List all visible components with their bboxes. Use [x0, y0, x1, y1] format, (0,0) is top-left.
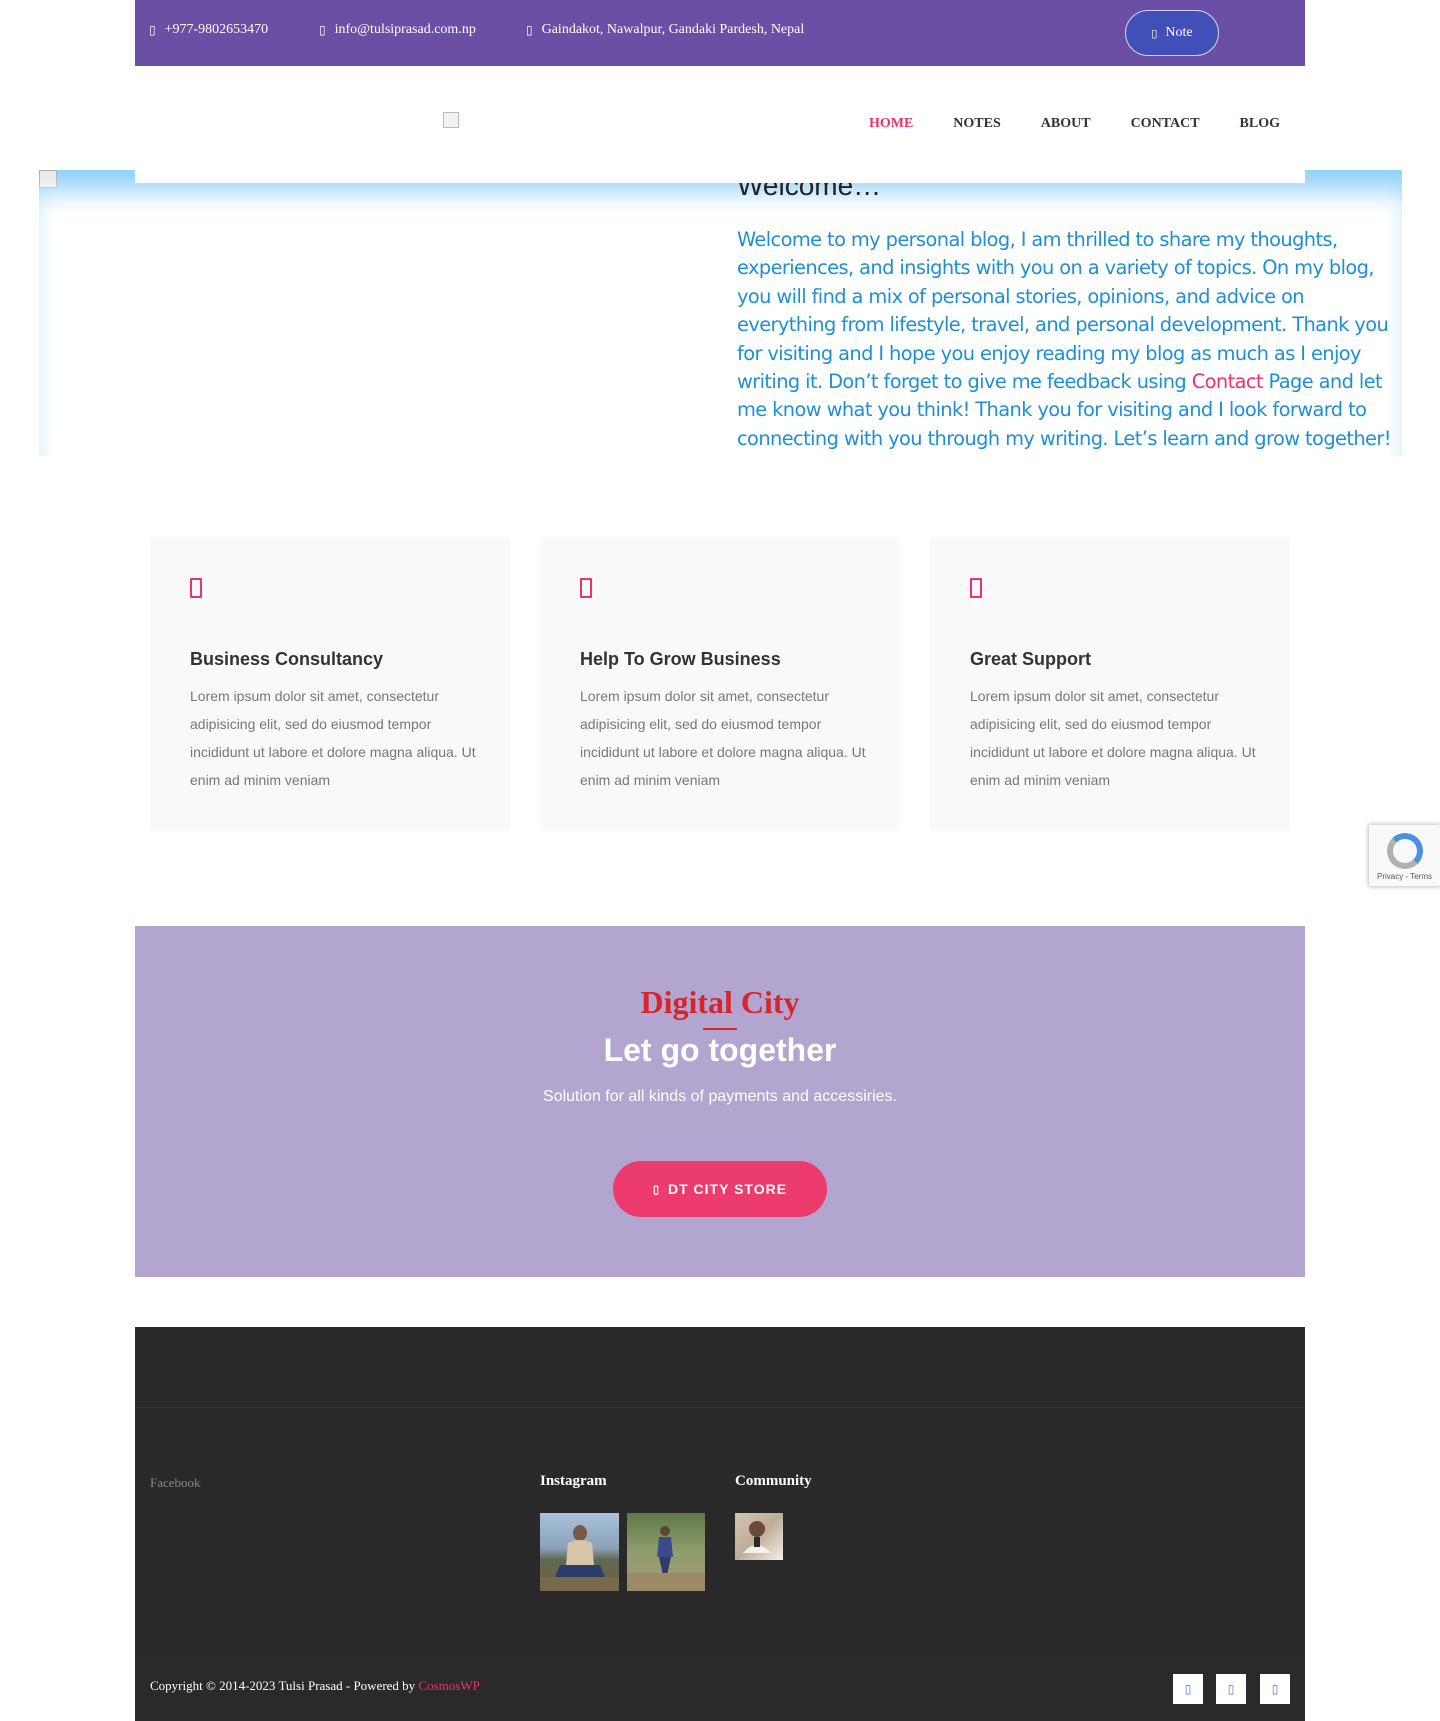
- feature-card-grow: Help To Grow Business Lorem ipsum dolor …: [540, 538, 900, 830]
- person-sitting-illustration: [540, 1525, 619, 1591]
- phone-text: +977-9802653470: [164, 22, 269, 37]
- recaptcha-text[interactable]: Privacy - Terms: [1369, 872, 1440, 881]
- email-contact[interactable]: ▯ info@tulsiprasad.com.np: [319, 22, 476, 38]
- hero-text: Welcome to my personal blog, I am thrill…: [737, 226, 1397, 453]
- hero-broken-image: [39, 170, 57, 188]
- email-text: info@tulsiprasad.com.np: [334, 22, 476, 37]
- address-contact: ▯ Gaindakot, Nawalpur, Gandaki Pardesh, …: [526, 22, 804, 38]
- feature-title: Help To Grow Business: [580, 649, 781, 669]
- store-icon: ▯: [652, 1183, 660, 1196]
- feature-card-support: Great Support Lorem ipsum dolor sit amet…: [930, 538, 1290, 830]
- briefcase-icon: [190, 578, 202, 598]
- footer-divider: [135, 1407, 1305, 1408]
- hero-section: Welcome… Welcome to my personal blog, I …: [39, 170, 1402, 456]
- top-bar: ▯ +977-9802653470 ▯ info@tulsiprasad.com…: [135, 0, 1305, 66]
- facebook-widget-link[interactable]: Facebook: [150, 1475, 201, 1491]
- person-standing-illustration: [627, 1526, 705, 1591]
- cta-divider: [703, 1028, 737, 1030]
- dt-city-store-button[interactable]: ▯ DT CITY STORE: [613, 1161, 827, 1217]
- cta-section: Digital City Let go together Solution fo…: [135, 926, 1305, 1277]
- nav-home[interactable]: HOME: [869, 116, 913, 132]
- copyright-text: Copyright © 2014-2023 Tulsi Prasad - Pow…: [150, 1678, 480, 1694]
- cta-subtitle: Let go together: [603, 1032, 837, 1068]
- map-marker-icon: ▯: [526, 22, 533, 37]
- support-icon: [970, 578, 982, 598]
- person-portrait-illustration: [743, 1521, 771, 1553]
- feature-card-consultancy: Business Consultancy Lorem ipsum dolor s…: [150, 538, 510, 830]
- cta-title: Digital City: [640, 984, 800, 1020]
- site-header: HOME NOTES ABOUT CONTACT BLOG: [135, 66, 1305, 183]
- community-heading: Community: [735, 1473, 812, 1489]
- feature-title: Great Support: [970, 649, 1092, 669]
- phone-contact[interactable]: ▯ +977-9802653470: [149, 22, 268, 38]
- growth-icon: [580, 578, 592, 598]
- facebook-icon[interactable]: ▯: [1173, 1674, 1203, 1704]
- envelope-icon: ▯: [319, 22, 326, 37]
- hero-text-start: Welcome to my personal blog, I am thrill…: [737, 228, 1389, 394]
- main-nav: HOME NOTES ABOUT CONTACT BLOG: [869, 116, 1280, 132]
- instagram-photo-2[interactable]: [627, 1513, 705, 1591]
- site-logo[interactable]: [443, 112, 459, 128]
- note-button[interactable]: ▯ Note: [1125, 10, 1219, 56]
- cta-button-label: DT CITY STORE: [668, 1181, 788, 1197]
- recaptcha-badge[interactable]: Privacy - Terms: [1369, 825, 1440, 886]
- nav-about[interactable]: ABOUT: [1041, 116, 1091, 132]
- feature-text: Lorem ipsum dolor sit amet, consectetur …: [970, 688, 1256, 788]
- cosmoswp-link[interactable]: CosmosWP: [418, 1678, 479, 1693]
- note-icon: ▯: [1151, 27, 1158, 40]
- copyright-label: Copyright © 2014-2023 Tulsi Prasad - Pow…: [150, 1678, 419, 1693]
- note-label: Note: [1165, 25, 1193, 40]
- recaptcha-icon: [1387, 833, 1423, 869]
- phone-icon: ▯: [149, 22, 156, 37]
- community-photo[interactable]: [735, 1513, 783, 1560]
- contact-link[interactable]: Contact: [1192, 370, 1264, 393]
- cta-description: Solution for all kinds of payments and a…: [543, 1088, 897, 1105]
- nav-blog[interactable]: BLOG: [1240, 116, 1280, 132]
- copyright-bar: Copyright © 2014-2023 Tulsi Prasad - Pow…: [135, 1650, 1305, 1721]
- instagram-photo-1[interactable]: [540, 1513, 619, 1591]
- address-text: Gaindakot, Nawalpur, Gandaki Pardesh, Ne…: [541, 22, 805, 37]
- site-footer: Facebook Instagram Community Copyright ©…: [135, 1327, 1305, 1721]
- nav-notes[interactable]: NOTES: [953, 116, 1000, 132]
- twitter-icon[interactable]: ▯: [1216, 1674, 1246, 1704]
- instagram-heading: Instagram: [540, 1473, 607, 1489]
- feature-title: Business Consultancy: [190, 649, 384, 669]
- feature-text: Lorem ipsum dolor sit amet, consectetur …: [190, 688, 476, 788]
- linkedin-icon[interactable]: ▯: [1260, 1674, 1290, 1704]
- feature-text: Lorem ipsum dolor sit amet, consectetur …: [580, 688, 866, 788]
- nav-contact[interactable]: CONTACT: [1131, 116, 1200, 132]
